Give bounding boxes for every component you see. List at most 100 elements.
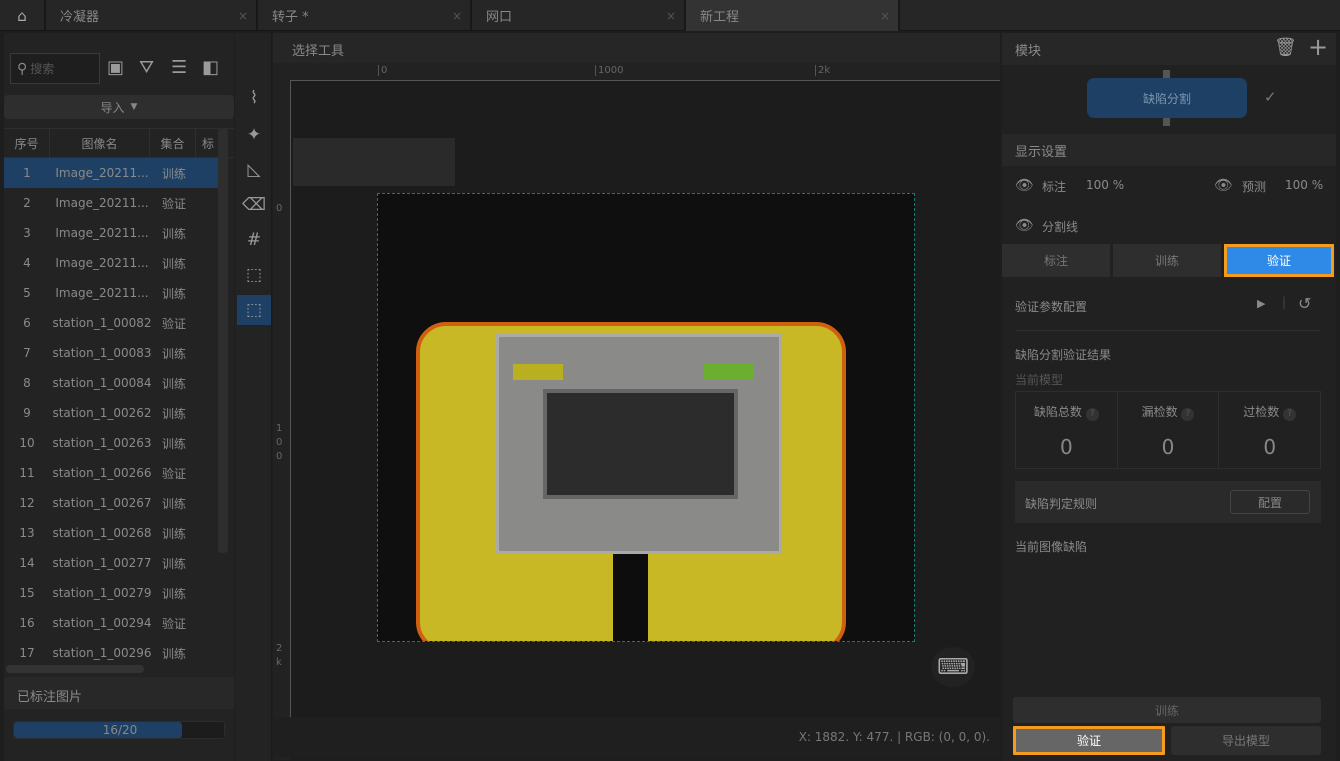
row-index: 3 xyxy=(23,226,31,240)
image-settings-icon[interactable]: ▣ xyxy=(107,57,124,78)
tab-rotor[interactable]: 转子 * × xyxy=(258,0,472,31)
module-node-defect-seg[interactable]: 缺陷分割 xyxy=(1087,78,1247,118)
table-row[interactable]: 13 station_1_00268 训练 xyxy=(4,518,218,548)
stat-value: 0 xyxy=(1161,435,1175,459)
close-icon[interactable]: × xyxy=(880,9,890,23)
table-row[interactable]: 10 station_1_00263 训练 xyxy=(4,428,218,458)
select-tool-icon[interactable]: ⬚ xyxy=(237,295,271,325)
connector-slot xyxy=(613,544,648,641)
validate-button[interactable]: 验证 xyxy=(1013,726,1165,755)
table-row[interactable]: 3 Image_20211... 训练 xyxy=(4,218,218,248)
table-row[interactable]: 9 station_1_00262 训练 xyxy=(4,398,218,428)
mode-annotate[interactable]: 标注 xyxy=(1002,244,1110,277)
row-set: 训练 xyxy=(161,526,186,541)
pred-opacity[interactable]: 100 % xyxy=(1285,178,1323,192)
grid-icon[interactable]: # xyxy=(237,225,271,255)
labeled-progress: 16/20 xyxy=(13,721,225,739)
help-icon[interactable]: ? xyxy=(1085,408,1099,421)
row-name: station_1_00296 xyxy=(52,646,152,660)
row-name: Image_20211... xyxy=(55,286,149,300)
history-icon[interactable]: ↺ xyxy=(1298,294,1311,313)
table-row[interactable]: 4 Image_20211... 训练 xyxy=(4,248,218,278)
overlay-panel xyxy=(293,138,455,186)
row-index: 5 xyxy=(23,286,31,300)
list-icon[interactable]: ☰ xyxy=(171,57,187,78)
result-title: 缺陷分割验证结果 xyxy=(1015,348,1112,362)
filter-icon[interactable]: ⛛ xyxy=(139,57,154,78)
table-row[interactable]: 15 station_1_00279 训练 xyxy=(4,578,218,608)
search-input[interactable]: ⚲ 搜索 xyxy=(10,53,100,84)
plus-icon[interactable]: + xyxy=(1308,33,1328,61)
home-icon: ⌂ xyxy=(17,6,27,25)
row-index: 10 xyxy=(19,436,35,450)
close-icon[interactable]: × xyxy=(452,9,462,23)
train-button[interactable]: 训练 xyxy=(1013,697,1321,723)
table-row[interactable]: 14 station_1_00277 训练 xyxy=(4,548,218,578)
col-set[interactable]: 集合 xyxy=(150,129,196,157)
col-name[interactable]: 图像名 xyxy=(50,129,150,157)
row-index: 15 xyxy=(19,586,35,600)
help-icon[interactable]: ? xyxy=(1181,408,1195,421)
tab-port[interactable]: 网口 × xyxy=(472,0,686,31)
ruler-top: 0 1000 2k xyxy=(273,63,1000,80)
row-name: station_1_00268 xyxy=(52,526,152,540)
canvas-title: 选择工具 xyxy=(273,33,1000,63)
polygon-tool-icon[interactable]: ⌇ xyxy=(237,83,271,113)
row-index: 8 xyxy=(23,376,31,390)
horizontal-scrollbar[interactable] xyxy=(6,665,144,673)
col-label[interactable]: 标 xyxy=(196,129,220,157)
row-set: 验证 xyxy=(161,316,186,331)
table-row[interactable]: 8 station_1_00084 训练 xyxy=(4,368,218,398)
trash-icon[interactable]: 🗑 xyxy=(1274,37,1297,58)
row-set: 训练 xyxy=(161,646,186,661)
row-set: 训练 xyxy=(161,226,186,241)
current-model-label: 当前模型 xyxy=(1015,373,1064,387)
table-row[interactable]: 2 Image_20211... 验证 xyxy=(4,188,218,218)
export-model-button[interactable]: 导出模型 xyxy=(1171,726,1321,755)
config-button[interactable]: 配置 xyxy=(1230,490,1310,514)
eye-icon[interactable]: 👁 xyxy=(1015,176,1034,194)
table-row[interactable]: 16 station_1_00294 验证 xyxy=(4,608,218,638)
layout-icon[interactable]: ◧ xyxy=(202,57,219,78)
col-index[interactable]: 序号 xyxy=(4,129,50,157)
rect-select-icon[interactable]: ⬚ xyxy=(237,260,271,290)
table-row[interactable]: 11 station_1_00266 验证 xyxy=(4,458,218,488)
tab-bar: ⌂ 冷凝器 × 转子 * × 网口 × 新工程 × xyxy=(0,0,1340,31)
led-yellow xyxy=(513,364,563,380)
mode-validate[interactable]: 验证 xyxy=(1224,244,1334,277)
table-row[interactable]: 17 station_1_00296 训练 xyxy=(4,638,218,668)
table-row[interactable]: 7 station_1_00083 训练 xyxy=(4,338,218,368)
magic-wand-icon[interactable]: ✦ xyxy=(237,120,271,150)
labeled-images-title: 已标注图片 xyxy=(4,677,234,709)
image-canvas[interactable]: ⌨ xyxy=(290,80,1000,717)
tab-new-project[interactable]: 新工程 × xyxy=(686,0,900,31)
eye-icon[interactable]: 👁 xyxy=(1214,176,1233,194)
row-name: Image_20211... xyxy=(55,226,149,240)
row-set: 训练 xyxy=(161,286,186,301)
inspection-image xyxy=(377,193,915,642)
scrollbar[interactable] xyxy=(218,128,228,553)
help-icon[interactable]: ? xyxy=(1283,408,1297,421)
annot-opacity[interactable]: 100 % xyxy=(1086,178,1124,192)
fill-tool-icon[interactable]: ◺ xyxy=(237,155,271,185)
table-row[interactable]: 6 station_1_00082 验证 xyxy=(4,308,218,338)
port-opening xyxy=(543,389,738,499)
keyboard-icon[interactable]: ⌨ xyxy=(931,647,975,687)
eraser-icon[interactable]: ⌫ xyxy=(237,190,271,220)
table-row[interactable]: 12 station_1_00267 训练 xyxy=(4,488,218,518)
row-set: 训练 xyxy=(161,256,186,271)
close-icon[interactable]: × xyxy=(238,9,248,23)
close-icon[interactable]: × xyxy=(666,9,676,23)
row-index: 11 xyxy=(19,466,35,480)
mode-train[interactable]: 训练 xyxy=(1113,244,1221,277)
import-button[interactable]: 导入 ▼ xyxy=(4,95,234,119)
home-tab[interactable]: ⌂ xyxy=(0,0,46,31)
row-index: 4 xyxy=(23,256,31,270)
eye-icon[interactable]: 👁 xyxy=(1015,216,1034,234)
table-row[interactable]: 1 Image_20211... 训练 xyxy=(4,158,218,188)
row-index: 12 xyxy=(19,496,35,510)
tab-condenser[interactable]: 冷凝器 × xyxy=(46,0,258,31)
play-icon[interactable]: ▶ xyxy=(1257,297,1265,310)
param-config[interactable]: 验证参数配置 xyxy=(1015,298,1087,315)
table-row[interactable]: 5 Image_20211... 训练 xyxy=(4,278,218,308)
